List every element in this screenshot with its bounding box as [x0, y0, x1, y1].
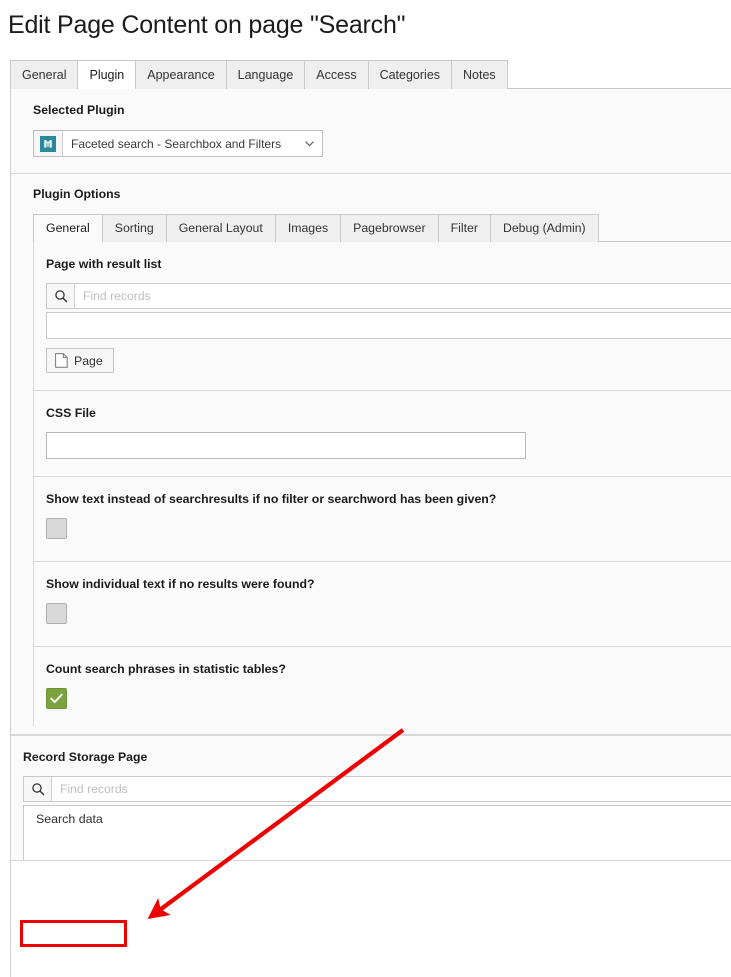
css-file-label: CSS File — [46, 406, 731, 420]
page-result-search-group[interactable] — [46, 283, 731, 309]
record-storage-search-group[interactable] — [23, 776, 731, 802]
field-show-individual-text: Show individual text if no results were … — [34, 562, 731, 647]
magnifier-icon-box[interactable] — [47, 284, 75, 308]
magnifier-icon — [54, 289, 68, 303]
tab-appearance[interactable]: Appearance — [135, 60, 226, 89]
tab-plugin[interactable]: Plugin — [77, 60, 136, 89]
plugin-tab-panel: Selected Plugin Faceted search - — [10, 89, 731, 977]
ptab-sorting[interactable]: Sorting — [102, 214, 167, 242]
plugin-select-group[interactable]: Faceted search - Searchbox and Filters — [33, 130, 323, 157]
tab-categories[interactable]: Categories — [368, 60, 452, 89]
record-storage-section: Record Storage Page Search data — [11, 735, 731, 861]
chevron-down-icon — [304, 138, 315, 149]
document-icon — [55, 353, 68, 368]
ptab-general-layout[interactable]: General Layout — [166, 214, 276, 242]
plugin-select[interactable]: Faceted search - Searchbox and Filters — [63, 131, 322, 156]
field-page-with-result-list: Page with result list — [34, 242, 731, 391]
binoculars-icon — [40, 136, 56, 152]
tab-access[interactable]: Access — [304, 60, 368, 89]
ptab-pagebrowser[interactable]: Pagebrowser — [340, 214, 438, 242]
field-css-file: CSS File — [34, 391, 731, 477]
outer-tab-bar: General Plugin Appearance Language Acces… — [10, 60, 731, 89]
page-title: Edit Page Content on page "Search" — [0, 0, 731, 42]
field-show-text-instead: Show text instead of searchresults if no… — [34, 477, 731, 562]
plugin-options-section: Plugin Options General Sorting General L… — [11, 174, 731, 735]
selected-plugin-section: Selected Plugin Faceted search - — [11, 89, 731, 174]
add-page-button[interactable]: Page — [46, 348, 114, 373]
add-page-button-label: Page — [74, 354, 103, 368]
css-file-input[interactable] — [46, 432, 526, 459]
page-result-record-list[interactable] — [46, 312, 731, 339]
ptab-general[interactable]: General — [33, 214, 103, 242]
panel-bottom-spacer — [33, 726, 731, 734]
count-search-phrases-checkbox[interactable] — [46, 688, 67, 709]
record-storage-label: Record Storage Page — [23, 750, 731, 764]
ptab-filter[interactable]: Filter — [438, 214, 491, 242]
record-storage-search-input[interactable] — [52, 777, 731, 801]
plugin-select-value: Faceted search - Searchbox and Filters — [71, 137, 281, 151]
plugin-icon-box — [34, 131, 63, 156]
plugin-options-general-panel: Page with result list — [33, 242, 731, 726]
field-count-search-phrases: Count search phrases in statistic tables… — [34, 647, 731, 726]
tab-language[interactable]: Language — [226, 60, 306, 89]
selected-plugin-label: Selected Plugin — [33, 103, 731, 117]
page-result-search-input[interactable] — [75, 284, 731, 308]
magnifier-icon-box-storage[interactable] — [24, 777, 52, 801]
magnifier-icon — [31, 782, 45, 796]
plugin-options-label: Plugin Options — [33, 187, 731, 201]
show-individual-text-label: Show individual text if no results were … — [46, 577, 731, 591]
show-individual-text-checkbox[interactable] — [46, 603, 67, 624]
show-text-instead-label: Show text instead of searchresults if no… — [46, 492, 731, 506]
ptab-images[interactable]: Images — [275, 214, 341, 242]
tab-general[interactable]: General — [10, 60, 78, 89]
record-storage-list[interactable]: Search data — [23, 805, 731, 860]
record-storage-option-search-data[interactable]: Search data — [24, 806, 731, 827]
page-root: Edit Page Content on page "Search" Gener… — [0, 0, 731, 977]
show-text-instead-checkbox[interactable] — [46, 518, 67, 539]
page-with-result-list-label: Page with result list — [46, 257, 731, 271]
count-search-phrases-label: Count search phrases in statistic tables… — [46, 662, 731, 676]
ptab-debug-admin[interactable]: Debug (Admin) — [490, 214, 599, 242]
check-icon — [50, 693, 63, 704]
plugin-options-tab-bar: General Sorting General Layout Images Pa… — [33, 214, 731, 242]
tab-notes[interactable]: Notes — [451, 60, 508, 89]
